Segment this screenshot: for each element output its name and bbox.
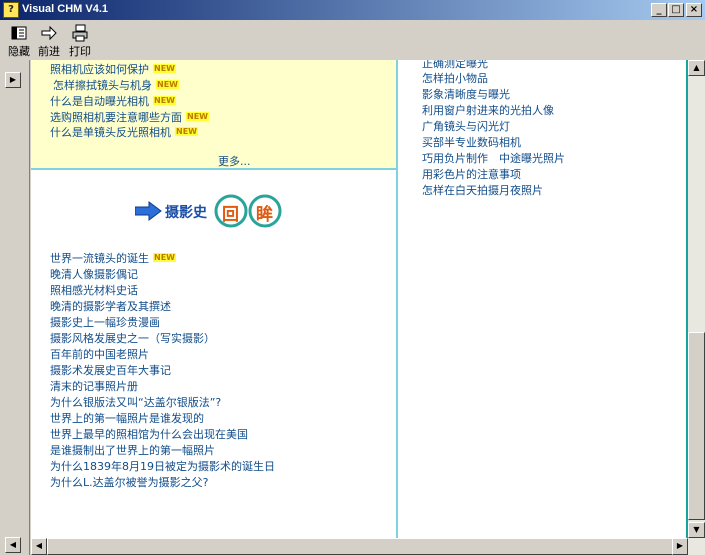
list-item[interactable]: 用彩色片的注意事项 bbox=[422, 166, 521, 182]
nav-pane-collapsed: ▶ ◀ bbox=[0, 60, 30, 555]
app-icon: ? bbox=[3, 2, 19, 18]
list-item[interactable]: 晚清的摄影学者及其撰述 bbox=[50, 298, 171, 314]
new-badge: NEW bbox=[175, 127, 198, 136]
expand-nav-button[interactable]: ▶ bbox=[5, 72, 21, 88]
tips-box: 照相机应该如何保护 NEW 怎样擦拭镜头与机身 NEW 什么是自动曝光相机 NEW 选… bbox=[31, 60, 396, 170]
list-item[interactable]: 怎样拍小物品 bbox=[422, 70, 488, 86]
new-badge: NEW bbox=[153, 64, 176, 73]
forward-button[interactable]: 前进 bbox=[32, 22, 66, 58]
list-item[interactable]: 选购照相机要注意哪些方面 NEW bbox=[50, 109, 209, 125]
new-badge: NEW bbox=[156, 80, 179, 89]
maximize-button[interactable]: □ bbox=[668, 3, 684, 17]
vertical-scrollbar[interactable]: ▲ ▼ bbox=[688, 60, 705, 538]
history-banner: 摄影史 回 眸 bbox=[134, 193, 285, 229]
scroll-left-button[interactable]: ◀ bbox=[31, 538, 47, 555]
list-item[interactable]: 影象清晰度与曝光 bbox=[422, 86, 510, 102]
list-item[interactable]: 世界上最早的照相馆为什么会出现在美国 bbox=[50, 426, 248, 442]
list-item[interactable]: 买部半专业数码相机 bbox=[422, 134, 521, 150]
print-label: 打印 bbox=[69, 45, 91, 58]
new-badge: NEW bbox=[153, 253, 176, 262]
list-item[interactable]: 怎样擦拭镜头与机身 NEW bbox=[53, 77, 179, 93]
close-button[interactable]: × bbox=[686, 3, 702, 17]
banner-title: 摄影史 bbox=[165, 205, 207, 221]
list-item[interactable]: 百年前的中国老照片 bbox=[50, 346, 149, 362]
hide-button[interactable]: 隐藏 bbox=[2, 22, 36, 58]
list-item[interactable]: 是谁摄制出了世界上的第一幅照片 bbox=[50, 442, 215, 458]
horizontal-scrollbar[interactable]: ◀ ▶ bbox=[31, 538, 705, 555]
forward-arrow-icon bbox=[41, 25, 57, 41]
list-item[interactable]: 广角镜头与闪光灯 bbox=[422, 118, 510, 134]
left-column: 照相机应该如何保护 NEW 怎样擦拭镜头与机身 NEW 什么是自动曝光相机 NEW 选… bbox=[31, 60, 398, 538]
printer-icon bbox=[72, 24, 88, 42]
list-item[interactable]: 世界一流镜头的诞生 NEW bbox=[50, 250, 176, 266]
scroll-right-button[interactable]: ▶ bbox=[672, 538, 688, 555]
scroll-down-button[interactable]: ▼ bbox=[688, 522, 705, 538]
banner-char-1: 回 bbox=[222, 205, 239, 225]
title-bar: ? Visual CHM V4.1 _ □ × bbox=[0, 0, 705, 20]
list-item[interactable]: 摄影术发展史百年大事记 bbox=[50, 362, 171, 378]
forward-label: 前进 bbox=[38, 45, 60, 58]
list-item[interactable]: 清末的记事照片册 bbox=[50, 378, 138, 394]
list-item[interactable]: 巧用负片制作 中途曝光照片 bbox=[422, 150, 565, 166]
list-item[interactable]: 摄影风格发展史之一（写实摄影） bbox=[50, 330, 215, 346]
list-item[interactable]: 为什么银版法又叫“达盖尔银版法”? bbox=[50, 394, 221, 410]
scroll-up-button[interactable]: ▲ bbox=[688, 60, 705, 76]
horizontal-scroll-thumb[interactable] bbox=[47, 538, 677, 555]
window-title: Visual CHM V4.1 bbox=[22, 3, 108, 15]
hide-pane-icon bbox=[11, 26, 27, 40]
vertical-scroll-thumb[interactable] bbox=[688, 332, 705, 520]
print-button[interactable]: 打印 bbox=[63, 22, 97, 58]
more-link[interactable]: 更多... bbox=[218, 153, 251, 169]
list-item[interactable]: 照相机应该如何保护 NEW bbox=[50, 61, 176, 77]
new-badge: NEW bbox=[153, 96, 176, 105]
list-item[interactable]: 为什么L.达盖尔被誉为摄影之父? bbox=[50, 474, 208, 490]
new-badge: NEW bbox=[186, 112, 209, 121]
list-item[interactable]: 摄影史上一幅珍贵漫画 bbox=[50, 314, 160, 330]
nav-scroll-left-button[interactable]: ◀ bbox=[5, 537, 21, 553]
hide-label: 隐藏 bbox=[8, 45, 30, 58]
list-item[interactable]: 利用窗户射进来的光拍人像 bbox=[422, 102, 554, 118]
list-item[interactable]: 什么是单镜头反光照相机 NEW bbox=[50, 124, 198, 140]
list-item[interactable]: 世界上的第一幅照片是谁发现的 bbox=[50, 410, 204, 426]
list-item[interactable]: 照相感光材料史话 bbox=[50, 282, 138, 298]
app-window: ? Visual CHM V4.1 _ □ × 隐藏 前进 打印 ▶ ◀ 照相机… bbox=[0, 0, 705, 555]
toolbar: 隐藏 前进 打印 bbox=[0, 20, 705, 59]
list-item[interactable]: 为什么1839年8月19日被定为摄影术的诞生日 bbox=[50, 458, 275, 474]
list-item[interactable]: 晚清人像摄影偶记 bbox=[50, 266, 138, 282]
list-item[interactable]: 怎样在白天拍摄月夜照片 bbox=[422, 182, 543, 198]
content-area: 照相机应该如何保护 NEW 怎样擦拭镜头与机身 NEW 什么是自动曝光相机 NEW 选… bbox=[31, 60, 686, 538]
banner-char-2: 眸 bbox=[256, 205, 273, 225]
list-item[interactable]: 什么是自动曝光相机 NEW bbox=[50, 93, 176, 109]
right-column: 正确测定曝光 怎样拍小物品 影象清晰度与曝光 利用窗户射进来的光拍人像 广角镜头… bbox=[400, 60, 686, 538]
minimize-button[interactable]: _ bbox=[651, 3, 667, 17]
